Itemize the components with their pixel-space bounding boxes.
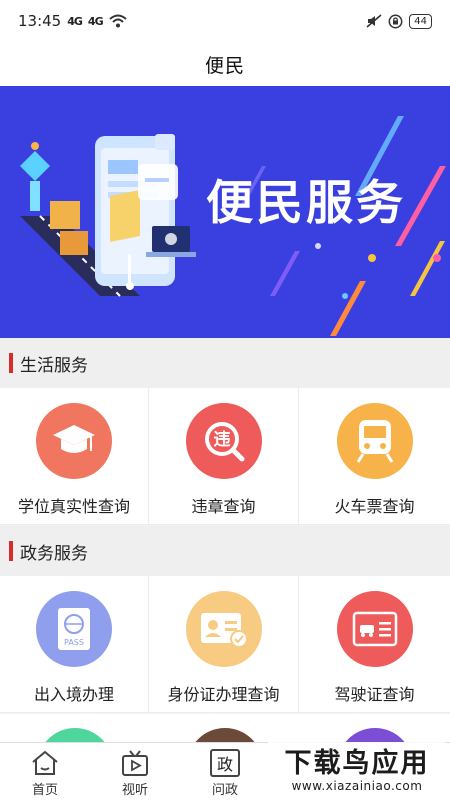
driver-license-icon [336,591,413,667]
signal-icon-2: 4G [87,14,104,28]
tv-icon [122,750,148,776]
tab-home[interactable]: 首页 [0,743,90,800]
home-icon [32,750,58,775]
section-header-life: 生活服务 [0,338,450,388]
service-label: 学位真实性查询 [17,497,130,516]
watermark-main-text: 下载鸟应用 [284,748,430,779]
service-label: 火车票查询 [334,497,415,516]
clock: 13:45 [18,12,62,30]
section-title: 生活服务 [20,355,88,376]
passport-icon: PASS [36,591,112,667]
tab-audiovisual[interactable]: 视听 [90,743,180,800]
service-train-ticket[interactable]: 火车票查询 [299,388,450,525]
banner[interactable]: 便民服务 [0,86,450,338]
service-label: 违章查询 [191,497,256,516]
service-driver-license[interactable]: 驾驶证查询 [299,576,450,713]
tab-label: 问政 [211,783,238,798]
watermark-url: www.xiazainiao.com [291,779,423,793]
traffic-violation-icon: 违 [185,403,262,479]
service-id-card[interactable]: 身份证办理查询 [149,576,299,713]
service-label: 驾驶证查询 [334,685,415,704]
lock-rotation-icon [388,14,403,28]
government-services-grid: PASS 出入境办理 身份证办理查询 驾驶证查询 [0,576,450,713]
id-card-icon [185,591,262,667]
section-title: 政务服务 [20,543,88,564]
svg-text:PASS: PASS [64,638,84,647]
partial-service-row [0,714,450,744]
section-accent-bar [9,541,13,561]
signal-icon: 4G [67,14,83,28]
status-right: 44 [366,13,432,29]
status-bar: 13:45 4G 4G 44 [0,0,450,42]
watermark-logo: 下载鸟应用 www.xiazainiao.com [268,742,446,800]
nav-bar: 便民 [0,42,450,86]
app-screen: 13:45 4G 4G 44 便民 便民服务 生活服务 学位真实性查询 违 违章… [0,0,450,800]
zheng-glyph: 政 [216,755,233,774]
tab-inquiry[interactable]: 政 问政 [180,743,270,800]
wifi-icon [108,14,127,28]
service-label: 出入境办理 [33,685,114,704]
zheng-icon: 政 [210,749,240,777]
service-label: 身份证办理查询 [167,685,280,704]
tab-label: 首页 [31,783,58,798]
mute-icon [366,14,382,28]
life-services-grid: 学位真实性查询 违 违章查询 火车票查询 [0,388,450,525]
train-icon [336,403,413,479]
section-header-government: 政务服务 [0,526,450,576]
service-degree-verification[interactable]: 学位真实性查询 [0,388,149,525]
graduation-cap-icon [36,403,112,479]
service-exit-entry[interactable]: PASS 出入境办理 [0,576,149,713]
battery-icon: 44 [409,13,432,29]
page-title: 便民 [204,54,245,77]
banner-title: 便民服务 [206,176,406,231]
section-accent-bar [9,353,13,373]
service-traffic-violation[interactable]: 违 违章查询 [149,388,299,525]
svg-text:违: 违 [213,429,230,450]
status-left: 13:45 4G 4G [18,12,127,30]
tab-label: 视听 [121,783,148,798]
